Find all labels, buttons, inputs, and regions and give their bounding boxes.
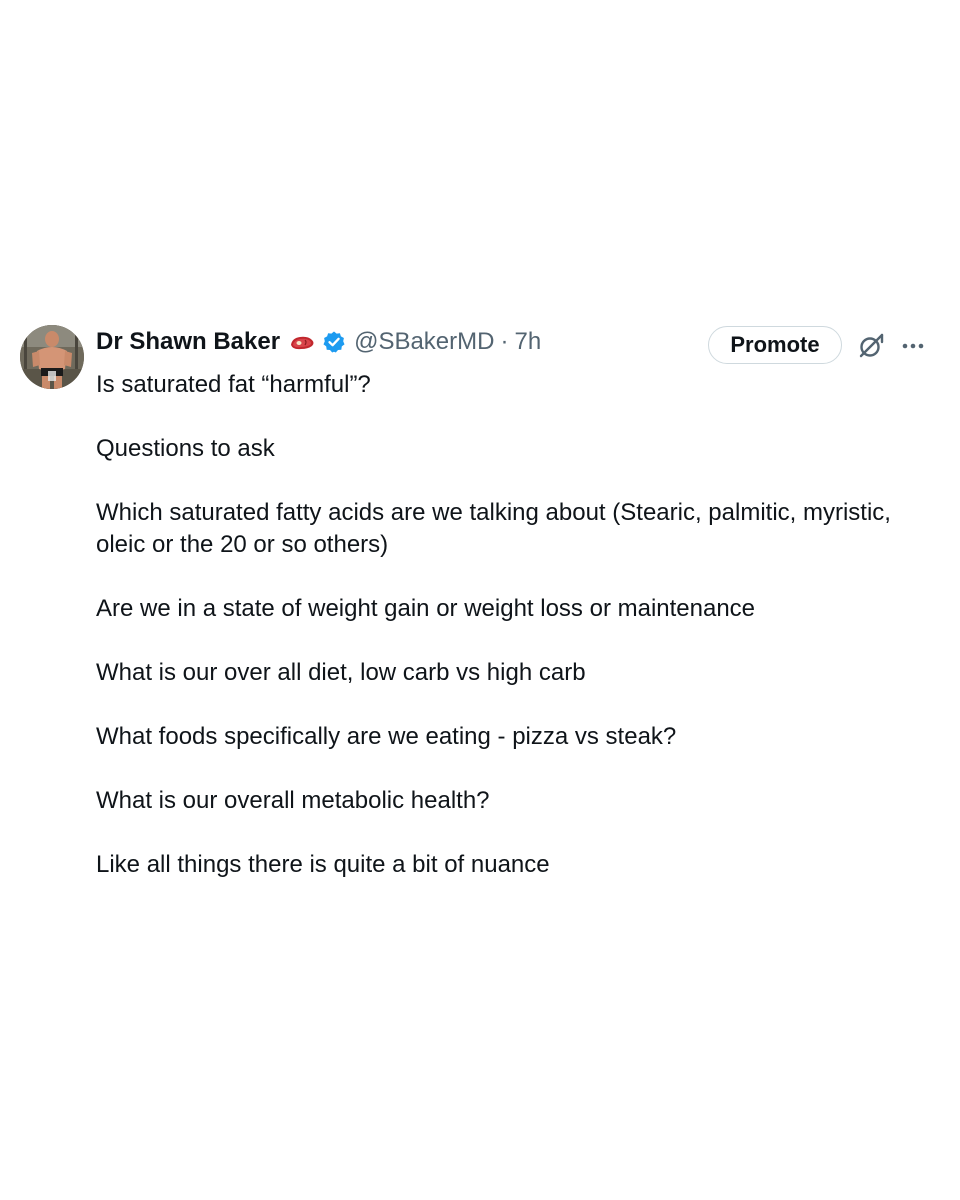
tweet-paragraph: Are we in a state of weight gain or weig… <box>96 595 756 622</box>
tweet-paragraph: What is our overall metabolic health? <box>96 787 490 814</box>
author-handle[interactable]: @SBakerMD <box>354 328 494 356</box>
tweet-paragraph: Questions to ask <box>96 435 275 462</box>
steak-icon <box>288 332 316 352</box>
more-options-icon[interactable] <box>898 331 928 361</box>
promote-button[interactable]: Promote <box>708 326 842 364</box>
tweet-paragraph: Is saturated fat “harmful”? <box>96 371 371 398</box>
tweet-paragraph: Which saturated fatty acids are we talki… <box>96 499 891 558</box>
verified-badge-icon <box>322 330 346 354</box>
avatar[interactable] <box>20 325 84 389</box>
profile-photo <box>20 325 84 389</box>
separator-dot: · <box>500 328 509 355</box>
tweet-header: Dr Shawn Baker @SBakerMD · 7h <box>96 325 541 359</box>
tweet-paragraph: What is our over all diet, low carb vs h… <box>96 659 586 686</box>
tweet-paragraph: Like all things there is quite a bit of … <box>96 851 550 878</box>
timestamp[interactable]: 7h <box>514 328 541 356</box>
tweet-paragraph: What foods specifically are we eating - … <box>96 723 677 750</box>
grok-icon[interactable] <box>856 331 886 361</box>
author-name[interactable]: Dr Shawn Baker <box>96 328 280 356</box>
tweet-text: Is saturated fat “harmful”? Questions to… <box>96 369 940 913</box>
